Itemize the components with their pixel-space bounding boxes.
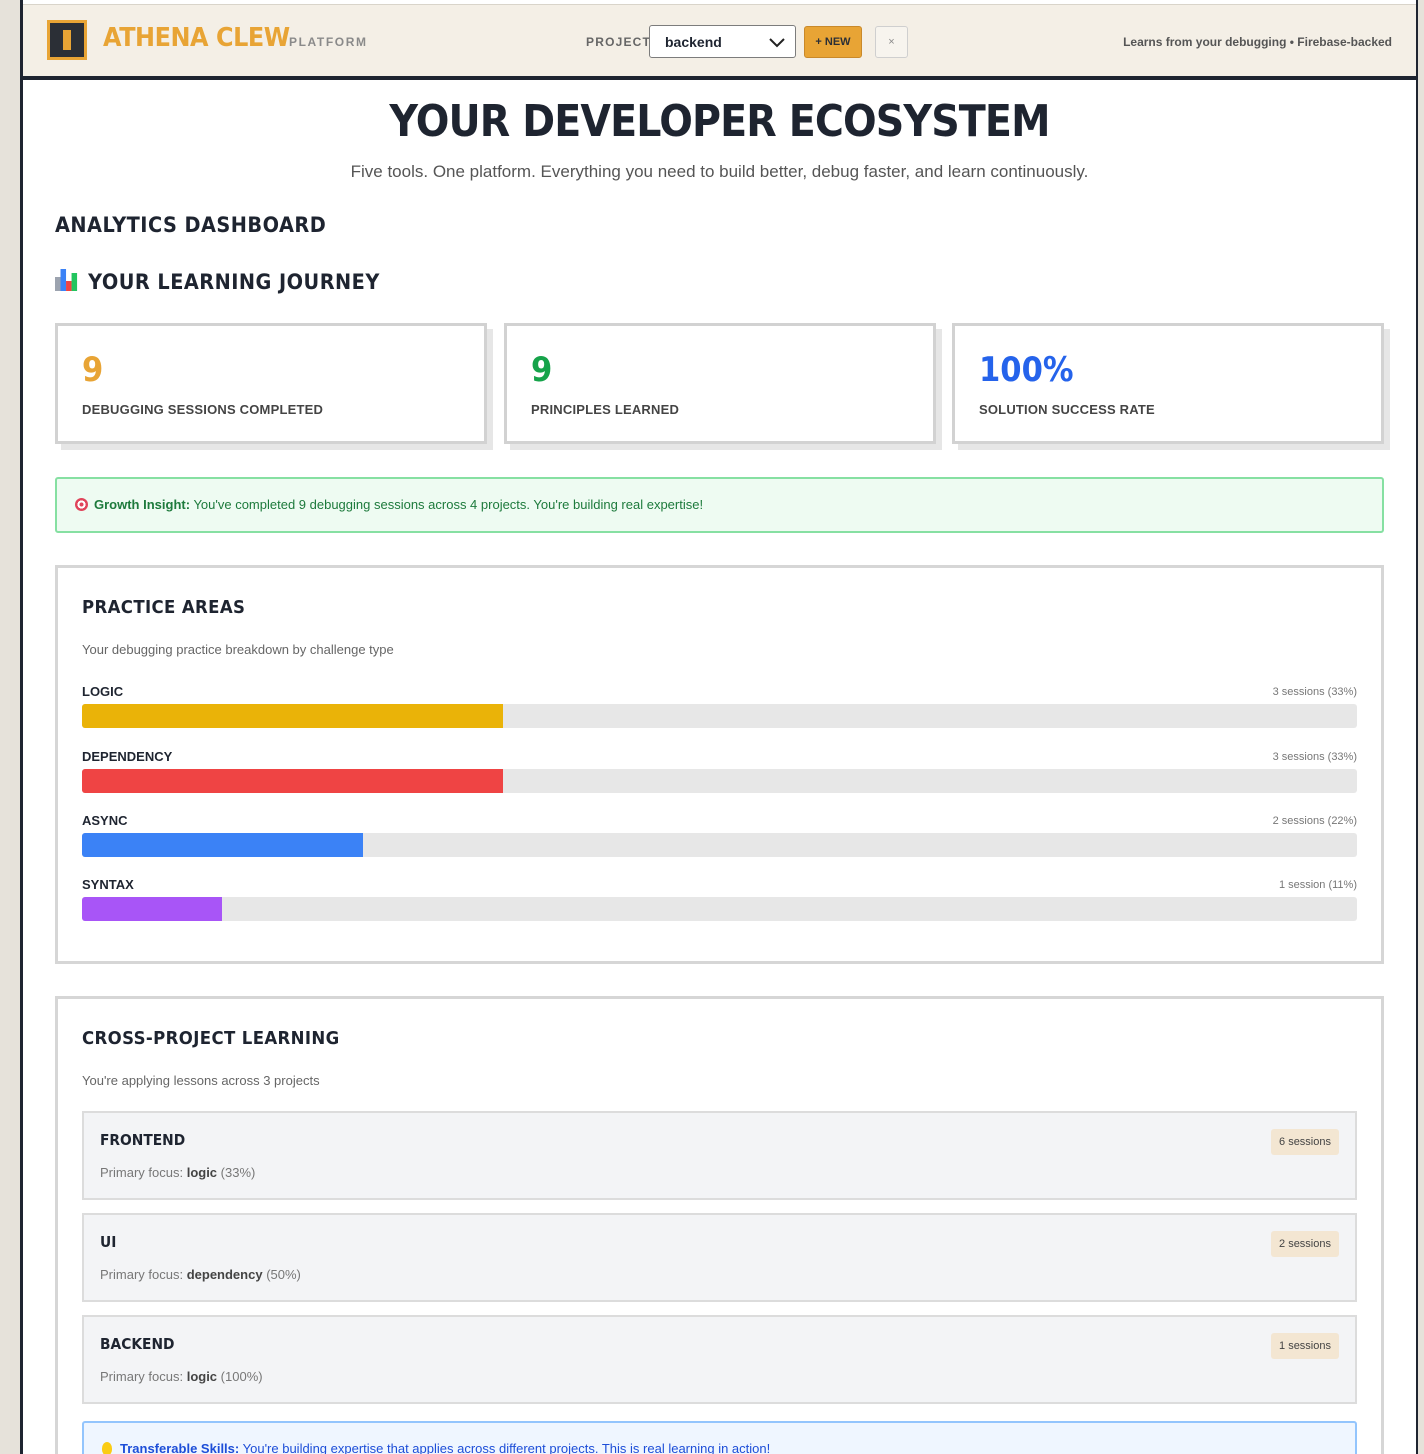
project-name: UI bbox=[100, 1233, 117, 1251]
stat-card-success-rate: 100% SOLUTION SUCCESS RATE bbox=[952, 323, 1384, 444]
practice-area-dependency: DEPENDENCY 3 sessions (33%) bbox=[82, 749, 1357, 799]
project-select[interactable]: backend bbox=[649, 25, 796, 58]
session-count-badge: 2 sessions bbox=[1271, 1231, 1339, 1257]
session-count-badge: 6 sessions bbox=[1271, 1129, 1339, 1155]
session-count-badge: 1 sessions bbox=[1271, 1333, 1339, 1359]
cross-project-heading: CROSS-PROJECT LEARNING bbox=[82, 1028, 340, 1049]
practice-area-async: ASYNC 2 sessions (22%) bbox=[82, 813, 1357, 863]
stat-card-sessions: 9 DEBUGGING SESSIONS COMPLETED bbox=[55, 323, 487, 444]
practice-area-logic: LOGIC 3 sessions (33%) bbox=[82, 684, 1357, 734]
area-meta: 3 sessions (33%) bbox=[1272, 751, 1357, 763]
transfer-label: Transferable Skills: bbox=[120, 1441, 240, 1454]
area-name: SYNTAX bbox=[82, 877, 134, 892]
project-focus: Primary focus: logic (100%) bbox=[100, 1369, 263, 1384]
project-card-ui: UI Primary focus: dependency (50%) 2 ses… bbox=[82, 1213, 1357, 1302]
stat-label: DEBUGGING SESSIONS COMPLETED bbox=[82, 402, 324, 417]
area-meta: 1 session (11%) bbox=[1278, 879, 1357, 891]
project-card-backend: BACKEND Primary focus: logic (100%) 1 se… bbox=[82, 1315, 1357, 1404]
chevron-down-icon bbox=[769, 38, 785, 48]
growth-insight-banner: Growth Insight: You've completed 9 debug… bbox=[55, 477, 1384, 533]
page-subtitle: Five tools. One platform. Everything you… bbox=[350, 162, 1089, 181]
stat-label: SOLUTION SUCCESS RATE bbox=[979, 402, 1155, 417]
stat-label: PRINCIPLES LEARNED bbox=[531, 402, 680, 417]
transfer-text: You're building expertise that applies a… bbox=[242, 1441, 771, 1454]
cross-project-panel: CROSS-PROJECT LEARNING You're applying l… bbox=[55, 996, 1384, 1454]
project-name: FRONTEND bbox=[100, 1131, 186, 1149]
analytics-dashboard-heading: ANALYTICS DASHBOARD bbox=[55, 213, 327, 237]
lightbulb-icon bbox=[102, 1442, 112, 1454]
brand-subtitle: PLATFORM bbox=[289, 35, 368, 49]
area-meta: 2 sessions (22%) bbox=[1272, 815, 1357, 827]
insight-label: Growth Insight: bbox=[94, 497, 191, 512]
close-project-button[interactable]: × bbox=[875, 26, 908, 58]
logo-icon bbox=[47, 20, 87, 60]
area-name: ASYNC bbox=[82, 813, 128, 828]
area-bar-track bbox=[82, 833, 1357, 857]
area-bar-track bbox=[82, 897, 1357, 921]
stat-value: 100% bbox=[979, 350, 1074, 390]
page-title: YOUR DEVELOPER ECOSYSTEM bbox=[389, 96, 1050, 147]
area-name: DEPENDENCY bbox=[82, 749, 173, 764]
area-bar-fill bbox=[82, 833, 363, 857]
header-tagline: Learns from your debugging • Firebase-ba… bbox=[1123, 35, 1392, 49]
area-meta: 3 sessions (33%) bbox=[1272, 686, 1357, 698]
area-bar-fill bbox=[82, 769, 503, 793]
learning-journey-label: YOUR LEARNING JOURNEY bbox=[88, 270, 380, 294]
stat-card-principles: 9 PRINCIPLES LEARNED bbox=[504, 323, 936, 444]
area-bar-track bbox=[82, 769, 1357, 793]
project-label: PROJECT: bbox=[586, 35, 655, 49]
stat-value: 9 bbox=[82, 350, 104, 390]
learning-journey-heading: YOUR LEARNING JOURNEY bbox=[55, 269, 380, 294]
project-card-frontend: FRONTEND Primary focus: logic (33%) 6 se… bbox=[82, 1111, 1357, 1200]
project-focus: Primary focus: dependency (50%) bbox=[100, 1267, 301, 1282]
practice-areas-description: Your debugging practice breakdown by cha… bbox=[82, 642, 394, 657]
practice-area-syntax: SYNTAX 1 session (11%) bbox=[82, 877, 1357, 927]
project-name: BACKEND bbox=[100, 1335, 175, 1353]
project-select-value: backend bbox=[665, 34, 722, 50]
top-bar: ATHENA CLEW PLATFORM PROJECT: backend + … bbox=[23, 4, 1416, 80]
cross-project-description: You're applying lessons across 3 project… bbox=[82, 1073, 320, 1088]
insight-text: You've completed 9 debugging sessions ac… bbox=[193, 497, 704, 512]
area-bar-track bbox=[82, 704, 1357, 728]
app-frame: ATHENA CLEW PLATFORM PROJECT: backend + … bbox=[20, 0, 1418, 1454]
brand-name: ATHENA CLEW bbox=[103, 23, 290, 53]
stat-value: 9 bbox=[531, 350, 553, 390]
new-project-button[interactable]: + NEW bbox=[804, 26, 862, 58]
area-name: LOGIC bbox=[82, 684, 124, 699]
area-bar-fill bbox=[82, 897, 223, 921]
target-icon bbox=[75, 498, 88, 511]
practice-areas-heading: PRACTICE AREAS bbox=[82, 597, 246, 618]
bar-chart-icon bbox=[55, 269, 78, 291]
practice-areas-panel: PRACTICE AREAS Your debugging practice b… bbox=[55, 565, 1384, 964]
transferable-skills-banner: Transferable Skills: You're building exp… bbox=[82, 1421, 1357, 1454]
area-bar-fill bbox=[82, 704, 503, 728]
project-focus: Primary focus: logic (33%) bbox=[100, 1165, 256, 1180]
